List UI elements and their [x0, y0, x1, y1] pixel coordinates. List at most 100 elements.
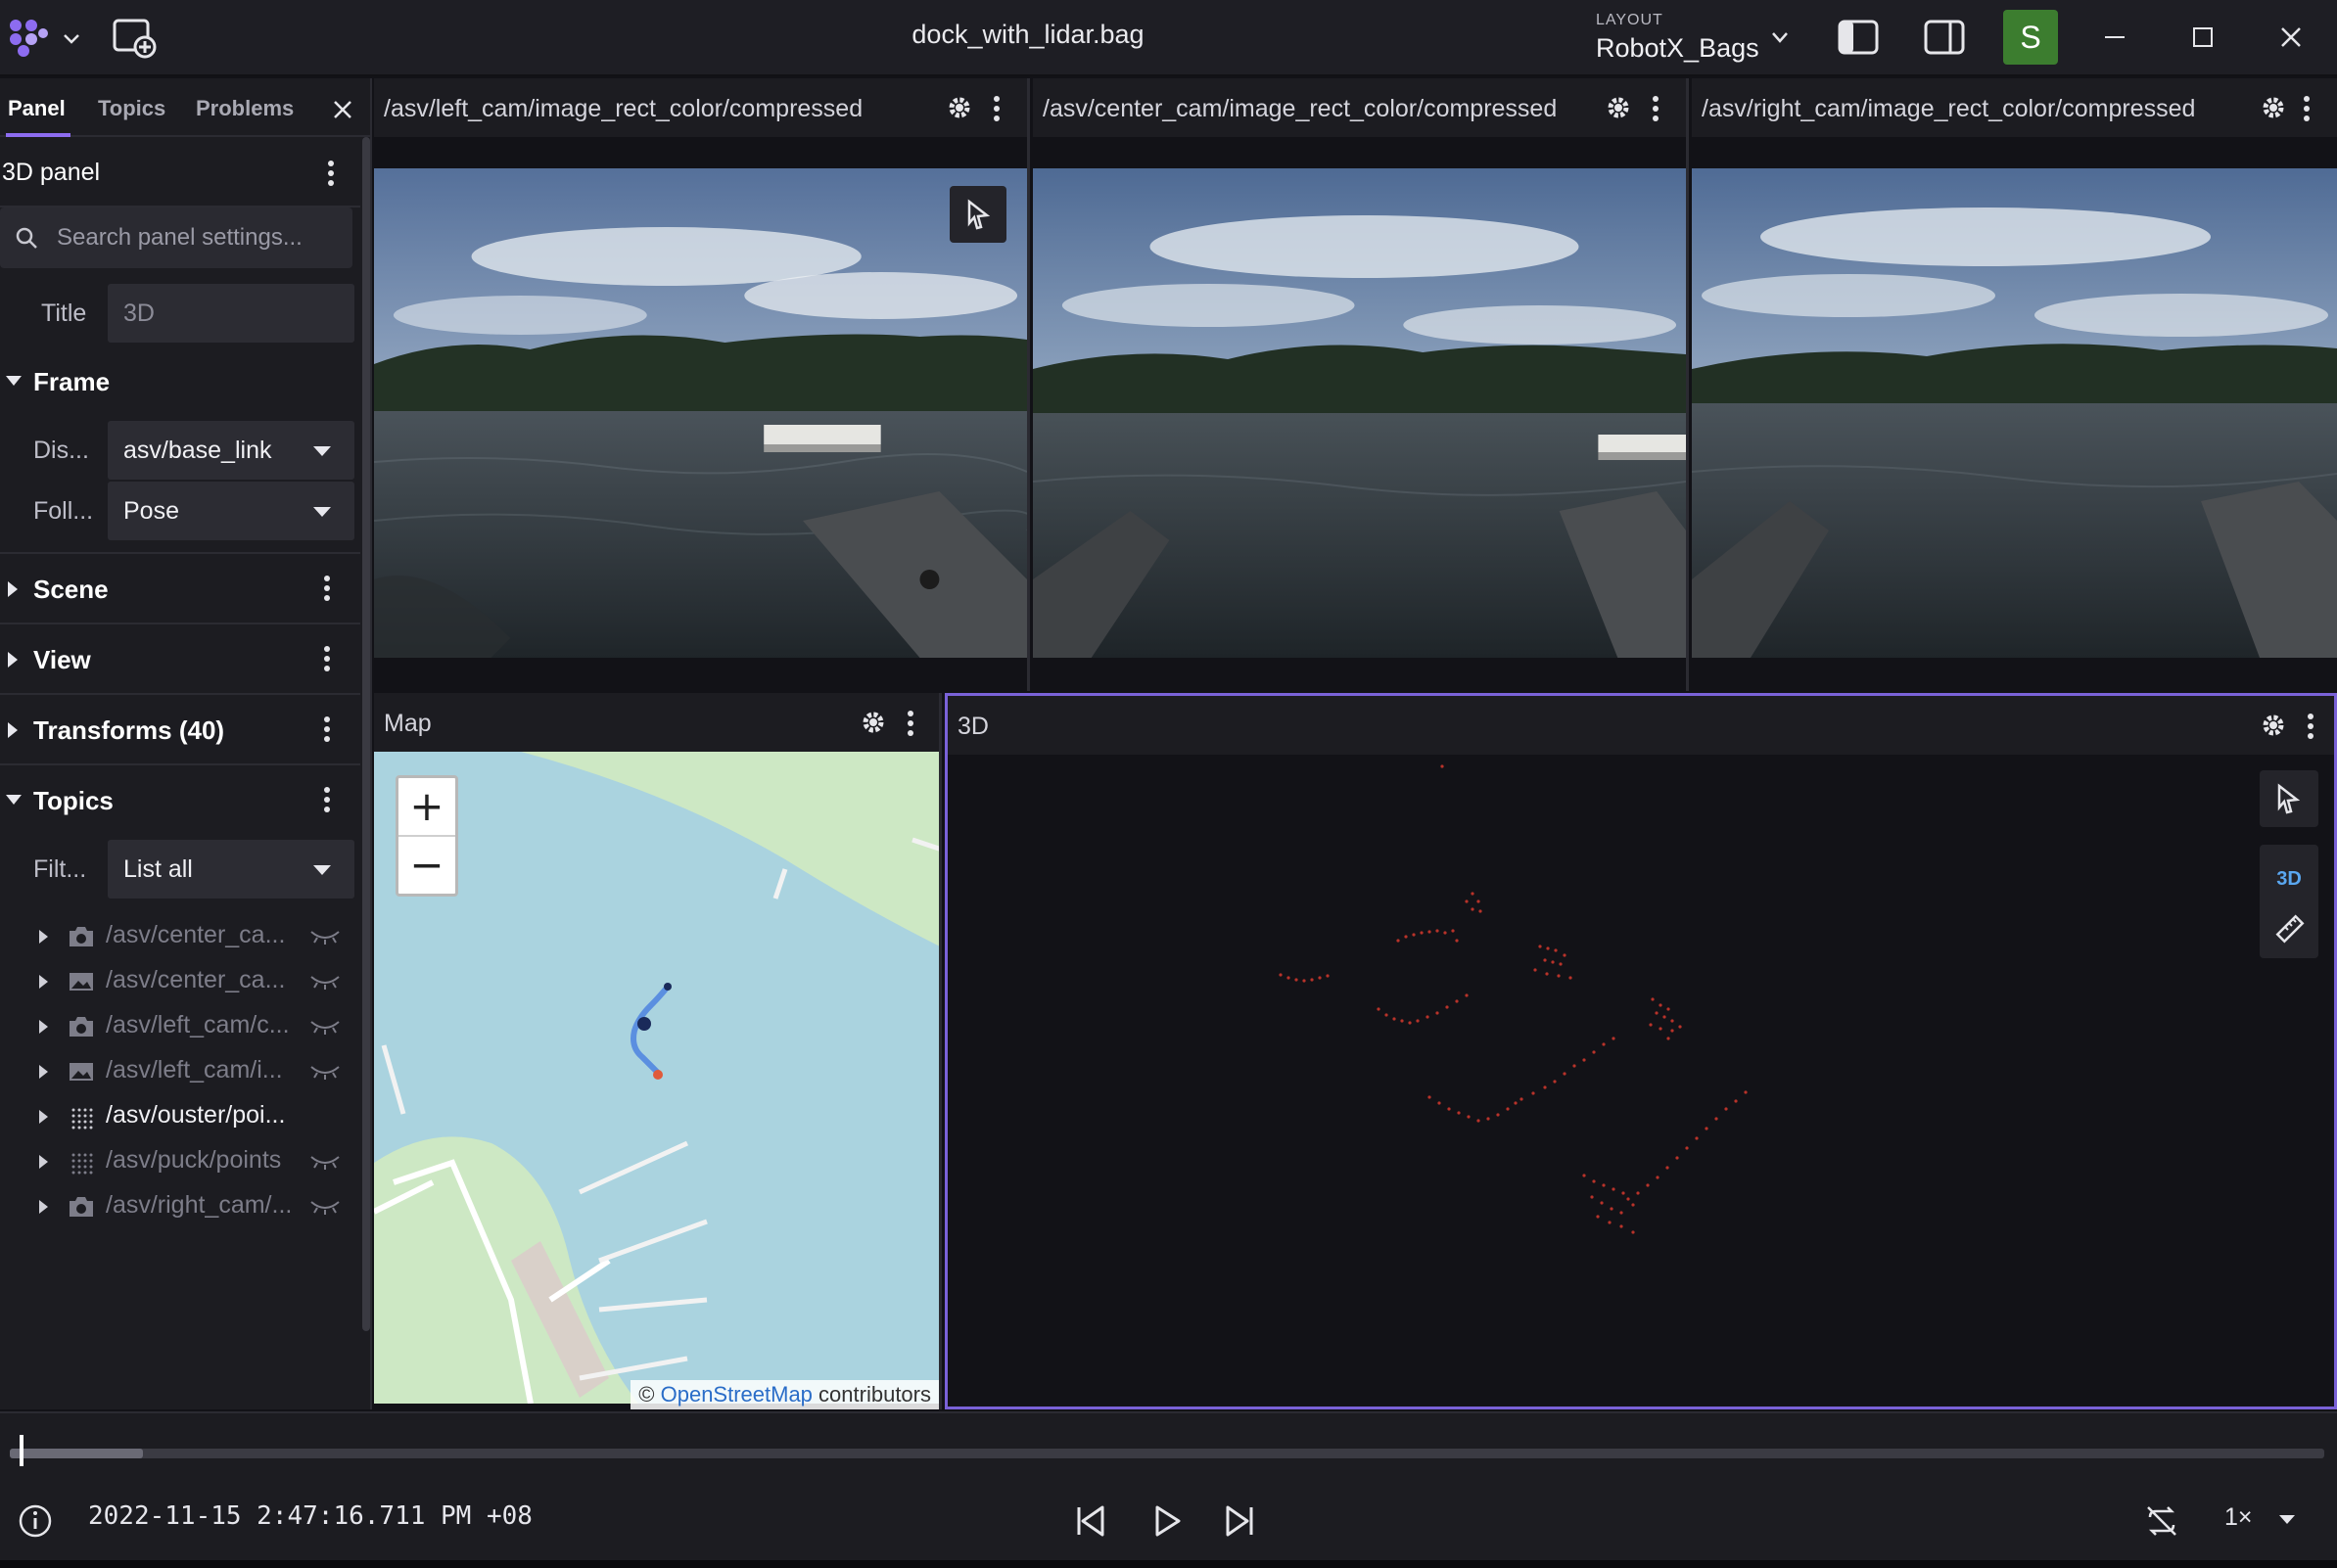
visibility-off-icon[interactable] [309, 971, 341, 991]
3d-mode-toggle[interactable]: 3D [2260, 868, 2318, 891]
pointcloud-viewport[interactable] [948, 755, 2334, 1407]
panel-title: Map [384, 710, 432, 737]
left-sidebar-toggle-icon[interactable] [1837, 18, 1880, 57]
left-camera-panel[interactable]: /asv/left_cam/image_rect_color/compresse… [374, 78, 1030, 691]
close-icon[interactable] [329, 96, 356, 123]
gear-icon[interactable] [2260, 712, 2287, 739]
more-options-icon[interactable] [1648, 94, 1663, 123]
visibility-off-icon[interactable] [309, 1151, 341, 1171]
title-label: Title [41, 300, 87, 327]
topic-filter-value: List all [123, 855, 193, 883]
cursor-icon [2277, 783, 2301, 814]
select-tool-button[interactable] [2260, 770, 2318, 827]
map-panel[interactable]: Map + − © OpenStreetMap contributors [374, 693, 942, 1409]
3d-panel[interactable]: 3D 3D [945, 693, 2337, 1409]
more-options-icon[interactable] [319, 644, 335, 673]
caret-down-icon [313, 865, 331, 875]
topic-row[interactable]: /asv/right_cam/... [0, 1173, 360, 1241]
more-options-icon[interactable] [319, 574, 335, 603]
layout-selector[interactable]: LAYOUT RobotX_Bags [1596, 12, 1792, 67]
loop-off-icon[interactable] [2142, 1501, 2181, 1541]
tab-problems[interactable]: Problems [196, 96, 294, 121]
title-field-placeholder: 3D [123, 300, 155, 327]
panel-title: /asv/left_cam/image_rect_color/compresse… [384, 95, 864, 122]
more-options-icon[interactable] [323, 159, 339, 188]
right-camera-panel[interactable]: /asv/right_cam/image_rect_color/compress… [1692, 78, 2337, 691]
visibility-off-icon[interactable] [309, 1196, 341, 1216]
gear-icon[interactable] [946, 94, 973, 121]
topic-filter-label: Filt... [33, 855, 87, 883]
right-sidebar-toggle-icon[interactable] [1923, 18, 1966, 57]
caret-down-icon[interactable] [2279, 1515, 2295, 1524]
close-window-icon[interactable] [2271, 18, 2311, 57]
user-avatar[interactable]: S [2003, 10, 2058, 65]
gear-icon[interactable] [860, 709, 887, 736]
maximize-icon[interactable] [2183, 18, 2222, 57]
seek-backward-icon[interactable] [1071, 1501, 1110, 1541]
playback-position-handle[interactable] [20, 1435, 23, 1466]
visibility-off-icon[interactable] [309, 1016, 341, 1036]
caret-down-icon [313, 446, 331, 456]
minimize-icon[interactable] [2095, 18, 2134, 57]
section-frame-title: Frame [33, 367, 111, 396]
search-input[interactable]: Search panel settings... [0, 208, 352, 268]
gear-icon[interactable] [2260, 94, 2287, 121]
follow-mode-select[interactable]: Pose [108, 482, 354, 540]
add-panel-icon[interactable] [112, 18, 157, 59]
visibility-off-icon[interactable] [309, 1061, 341, 1081]
display-frame-select[interactable]: asv/base_link [108, 421, 354, 480]
expand-caret-icon[interactable] [39, 975, 48, 989]
expand-caret-icon[interactable] [39, 930, 48, 944]
more-options-icon[interactable] [319, 785, 335, 814]
center-camera-panel[interactable]: /asv/center_cam/image_rect_color/compres… [1033, 78, 1689, 691]
section-frame[interactable]: Frame [0, 346, 360, 415]
info-icon[interactable] [16, 1501, 55, 1541]
expand-caret-icon[interactable] [39, 1155, 48, 1169]
section-topics-title: Topics [33, 786, 114, 815]
zoom-out-button[interactable]: − [398, 837, 455, 894]
image-icon [70, 973, 93, 991]
expand-caret-icon[interactable] [39, 1200, 48, 1214]
section-view-title: View [33, 645, 91, 674]
collapsed-caret-icon [8, 581, 18, 597]
section-transforms[interactable]: Transforms (40) [0, 693, 360, 761]
topic-filter-select[interactable]: List all [108, 840, 354, 899]
more-options-icon[interactable] [2303, 712, 2318, 741]
more-options-icon[interactable] [319, 715, 335, 744]
follow-mode-value: Pose [123, 497, 179, 525]
more-options-icon[interactable] [903, 709, 918, 738]
expand-caret-icon[interactable] [39, 1065, 48, 1079]
pointcloud-icon [71, 1153, 93, 1175]
playback-speed[interactable]: 1× [2224, 1503, 2253, 1532]
playback-timestamp[interactable]: 2022-11-15 2:47:16.711 PM +08 [88, 1501, 533, 1531]
zoom-control: + − [396, 775, 458, 897]
panel-toolbar: /asv/center_cam/image_rect_color/compres… [1033, 78, 1686, 137]
tab-panel[interactable]: Panel [8, 96, 66, 121]
playback-scrubber[interactable] [10, 1449, 2324, 1458]
chevron-down-icon[interactable] [1768, 25, 1792, 49]
expand-caret-icon[interactable] [39, 1110, 48, 1124]
expand-caret-icon[interactable] [39, 1020, 48, 1034]
ruler-icon[interactable] [2273, 913, 2305, 945]
play-icon[interactable] [1147, 1501, 1187, 1541]
visibility-off-icon[interactable] [309, 926, 341, 945]
openstreetmap-link[interactable]: OpenStreetMap [661, 1382, 813, 1407]
sidebar-scrollbar[interactable] [362, 137, 370, 1331]
more-options-icon[interactable] [989, 94, 1005, 123]
caret-down-icon [313, 507, 331, 517]
attribution-copyright: © [638, 1382, 655, 1407]
section-scene[interactable]: Scene [0, 552, 360, 621]
tab-topics[interactable]: Topics [98, 96, 165, 121]
collapsed-caret-icon [8, 652, 18, 668]
app-logo-icon[interactable] [6, 16, 49, 59]
title-field[interactable]: 3D [108, 284, 354, 343]
gear-icon[interactable] [1605, 94, 1632, 121]
map-canvas[interactable] [374, 752, 942, 1404]
chevron-down-icon[interactable] [61, 27, 82, 49]
seek-forward-icon[interactable] [1220, 1501, 1259, 1541]
select-tool-button[interactable] [950, 186, 1006, 243]
more-options-icon[interactable] [2299, 94, 2314, 123]
zoom-in-button[interactable]: + [398, 778, 455, 835]
section-view[interactable]: View [0, 623, 360, 691]
section-topics[interactable]: Topics [0, 763, 360, 832]
